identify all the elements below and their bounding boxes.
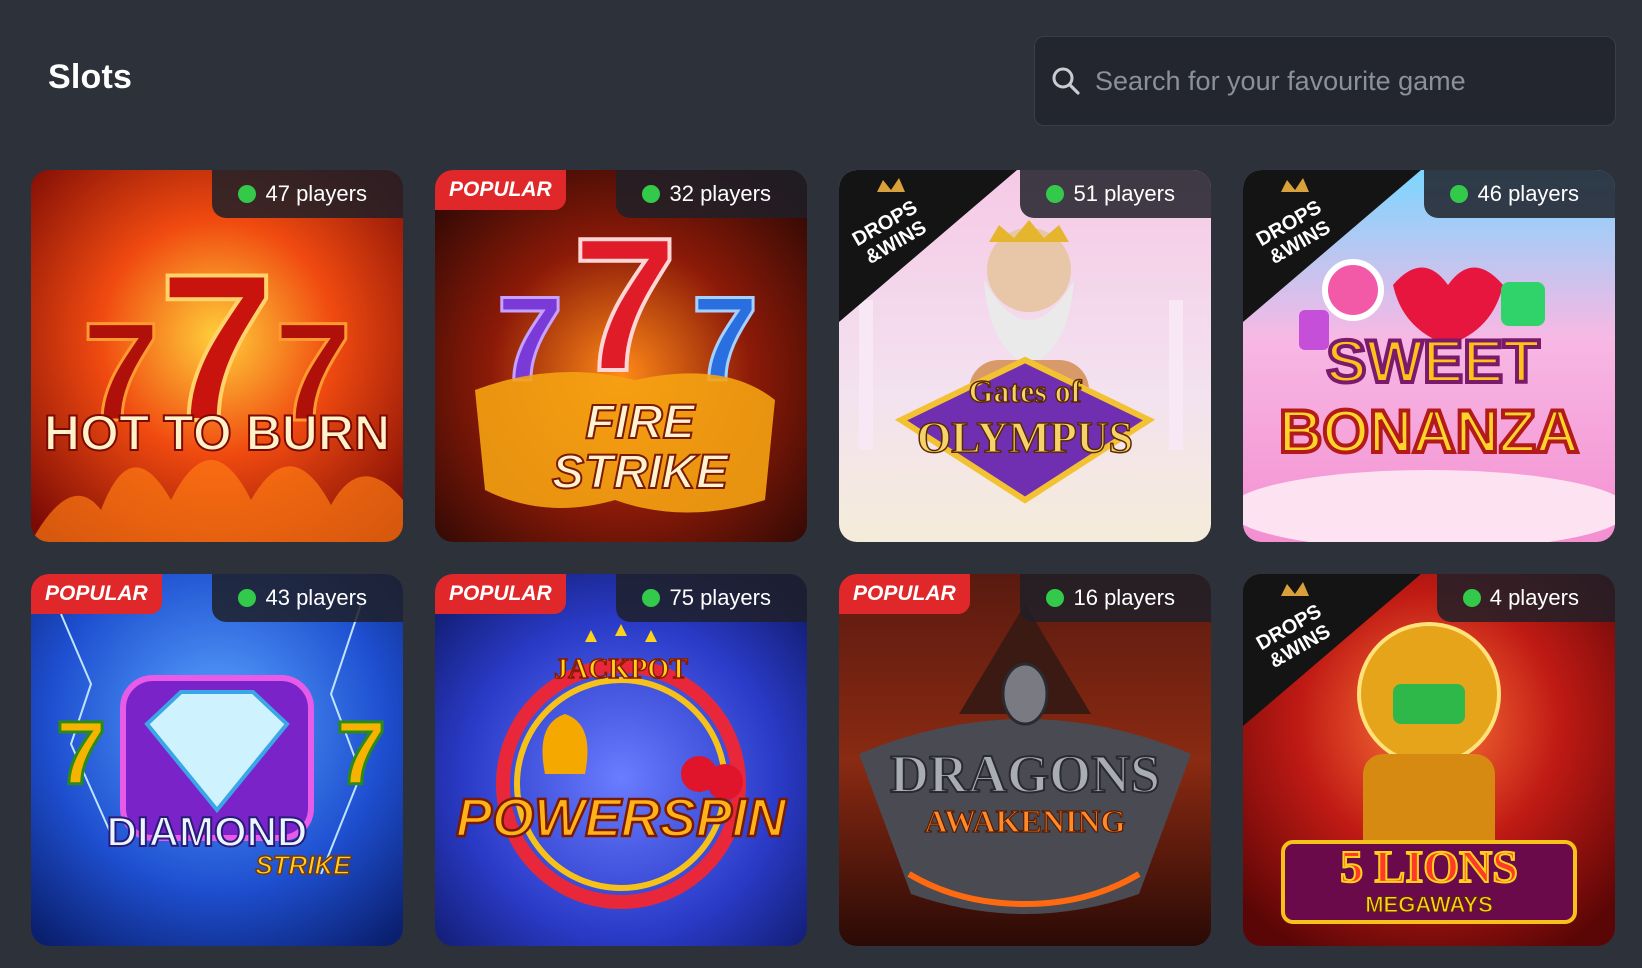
games-grid: 7 7 7 HOT TO BURN 47 players 7 7 7 FIRE … [31,170,1615,946]
game-title-line-1: Gates of [969,373,1082,409]
game-tile[interactable]: Gates of OLYMPUS DROPS &WINS 51 players [839,170,1211,542]
game-tile[interactable]: JACKPOT POWERSPIN POPULAR 75 players [435,574,807,946]
game-tile[interactable]: 7 7 7 FIRE STRIKE POPULAR 32 players [435,170,807,542]
players-count: 32 players [616,170,807,218]
online-dot [238,185,257,203]
game-title-line-2: OLYMPUS [917,413,1133,462]
game-title-line-2: STRIKE [552,446,730,499]
popular-badge: POPULAR [839,574,970,614]
game-tile[interactable]: 5 LIONS MEGAWAYS DROPS &WINS 4 players [1243,574,1615,946]
online-dot [1450,185,1469,203]
game-title: HOT TO BURN [44,405,390,461]
game-title-line-1: JACKPOT [554,654,688,685]
popular-badge: POPULAR [31,574,162,614]
popular-badge: POPULAR [435,574,566,614]
online-dot [238,589,257,607]
online-dot [642,589,661,607]
drops-and-wins-badge: DROPS &WINS [1243,170,1421,322]
game-title-line-2: AWAKENING [925,803,1126,839]
players-count: 4 players [1436,574,1615,622]
game-title-line-2: STRIKE [255,850,351,880]
game-title-line-1: DIAMOND [107,808,308,855]
page-header: Slots [0,0,1642,150]
game-title-line-2: BONANZA [1279,398,1579,465]
drops-and-wins-badge: DROPS &WINS [1243,574,1421,726]
game-title-line-2: MEGAWAYS [1365,892,1493,917]
game-tile[interactable]: 7 7 7 HOT TO BURN 47 players [31,170,403,542]
game-tile[interactable]: DRAGONS AWAKENING POPULAR 16 players [839,574,1211,946]
players-count: 75 players [616,574,807,622]
online-dot [642,185,661,203]
online-dot [1462,589,1481,607]
game-title-line-1: SWEET [1326,328,1539,395]
game-tile[interactable]: 7 7 DIAMOND STRIKE POPULAR 43 players [31,574,403,946]
drops-and-wins-badge: DROPS &WINS [839,170,1017,322]
game-title-line-1: 5 LIONS [1340,841,1518,892]
game-title-art: DIAMOND STRIKE [106,807,352,881]
search-icon [1052,67,1080,95]
game-title-line-1: FIRE [585,396,696,449]
players-count: 43 players [212,574,403,622]
game-title-line-1: DRAGONS [890,744,1160,804]
game-title-art: HOT TO BURN [43,404,391,462]
online-dot [1046,185,1065,203]
online-dot [1046,589,1065,607]
page-title: Slots [48,58,133,96]
game-title-art: FIRE STRIKE [551,395,731,500]
game-title-art: JACKPOT POWERSPIN [455,653,789,849]
game-tile[interactable]: SWEET BONANZA DROPS &WINS 46 players [1243,170,1615,542]
players-count: 51 players [1020,170,1211,218]
game-title-line-2: POWERSPIN [456,788,787,848]
game-title-art: DRAGONS AWAKENING [889,743,1161,840]
players-count: 47 players [212,170,403,218]
search-input[interactable] [1095,65,1595,97]
popular-badge: POPULAR [435,170,566,210]
players-count: 16 players [1020,574,1211,622]
players-count: 46 players [1424,170,1615,218]
search-box[interactable] [1034,36,1616,126]
